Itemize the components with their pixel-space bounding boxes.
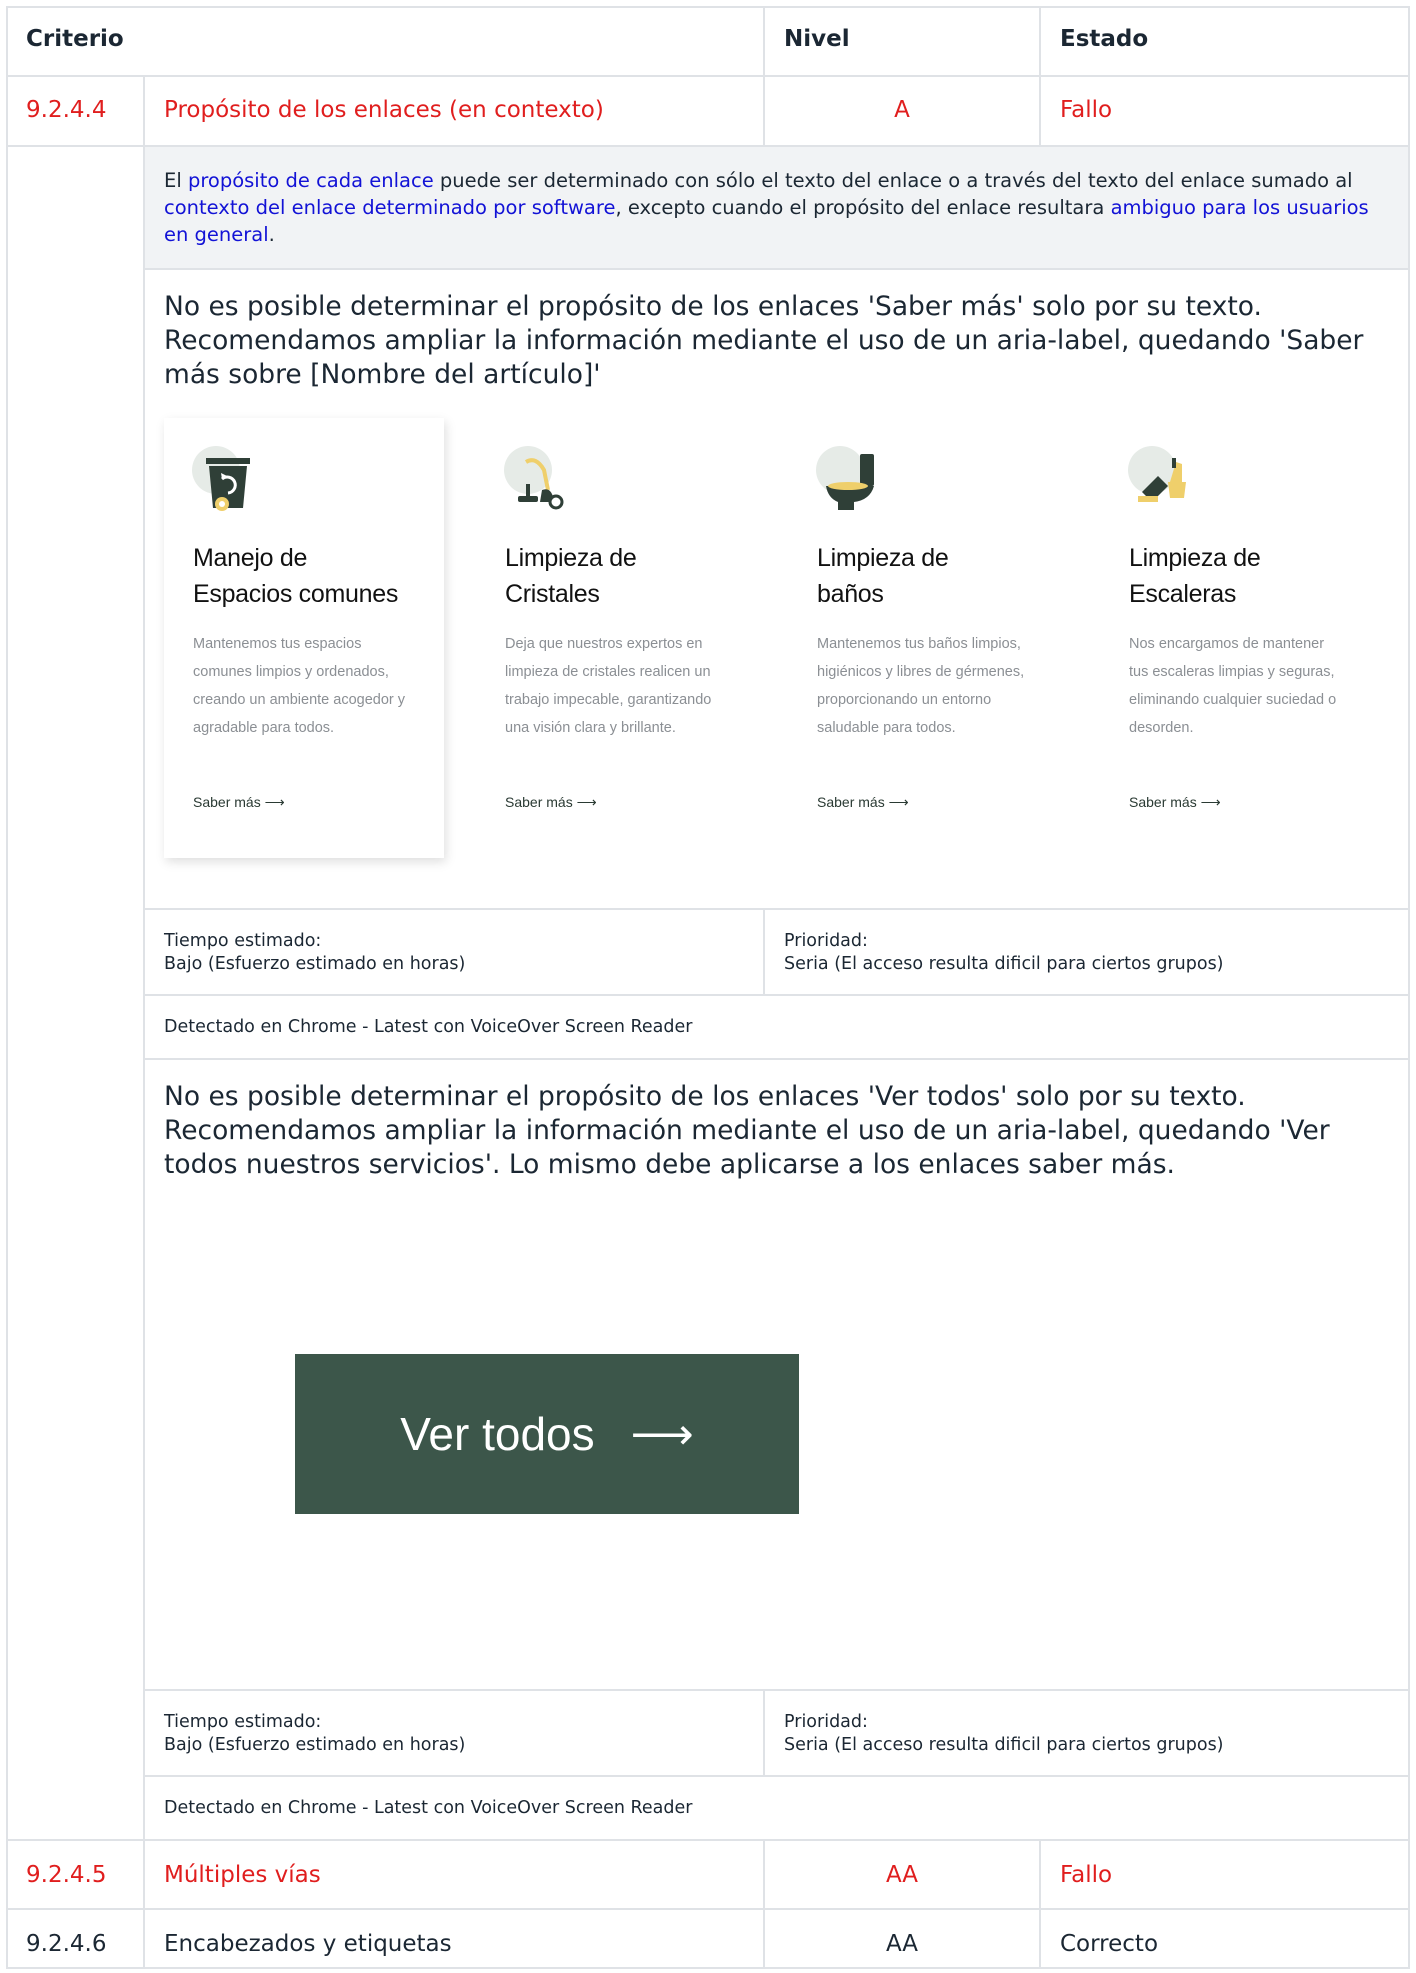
toilet-icon	[816, 446, 886, 516]
criterion-code: 9.2.4.5	[26, 1862, 107, 1888]
arrow-right-icon: ⟶	[264, 794, 285, 810]
arrow-right-icon: ⟶	[1200, 794, 1221, 810]
description-text: El	[164, 169, 188, 192]
divider	[144, 268, 1410, 270]
criterion-status: Fallo	[1060, 97, 1113, 123]
criterion-description: El propósito de cada enlace puede ser de…	[164, 167, 1394, 248]
description-text: , excepto cuando el propósito del enlace…	[615, 196, 1111, 219]
service-card-title: baños	[817, 580, 884, 608]
service-card-title: Manejo de	[193, 544, 308, 572]
header-criterio: Criterio	[26, 26, 124, 52]
divider	[143, 145, 145, 1840]
criterion-level: AA	[885, 1862, 919, 1888]
saber-mas-link[interactable]: Saber más ⟶	[817, 794, 909, 811]
service-card-title: Limpieza de	[817, 544, 949, 572]
link-proposito-enlace[interactable]: propósito de cada enlace	[188, 169, 434, 192]
criterion-name: Propósito de los enlaces (en contexto)	[164, 97, 604, 123]
header-estado: Estado	[1060, 26, 1149, 52]
vacuum-icon	[504, 446, 574, 516]
divider	[144, 1689, 1410, 1691]
estimated-time-value: Bajo (Esfuerzo estimado en horas)	[164, 954, 466, 974]
header-nivel: Nivel	[784, 26, 850, 52]
service-card-text: Deja que nuestros expertos en limpieza d…	[505, 636, 712, 736]
saber-mas-label: Saber más	[193, 794, 261, 810]
criterion-status: Correcto	[1060, 1931, 1159, 1957]
saber-mas-label: Saber más	[817, 794, 885, 810]
divider	[1039, 1839, 1041, 1969]
service-card-title: Limpieza de	[1129, 544, 1261, 572]
detected-in: Detectado en Chrome - Latest con VoiceOv…	[164, 1798, 693, 1818]
page: Criterio Nivel Estado 9.2.4.4 Propósito …	[0, 0, 1416, 1973]
estimated-time-value: Bajo (Esfuerzo estimado en horas)	[164, 1735, 466, 1755]
service-card-title: Espacios comunes	[193, 580, 399, 608]
issue-note: No es posible determinar el propósito de…	[164, 291, 1364, 390]
criterion-status: Fallo	[1060, 1862, 1113, 1888]
arrow-right-icon: ⟶	[630, 1409, 694, 1459]
priority-label: Prioridad:	[784, 1712, 868, 1732]
service-card-text: Mantenemos tus espacios comunes limpios …	[193, 636, 406, 736]
saber-mas-label: Saber más	[505, 794, 573, 810]
link-contexto-enlace[interactable]: contexto del enlace determinado por soft…	[164, 196, 615, 219]
issue-note: No es posible determinar el propósito de…	[164, 1081, 1330, 1180]
divider	[144, 1058, 1410, 1060]
arrow-right-icon: ⟶	[888, 794, 909, 810]
criterion-level: A	[894, 97, 910, 123]
saber-mas-link[interactable]: Saber más ⟶	[505, 794, 597, 811]
divider	[763, 1689, 765, 1776]
priority-value: Seria (El acceso resulta dificil para ci…	[784, 1735, 1224, 1755]
issue-screenshot-services: Manejo de Espacios comunes Mantenemos tu…	[164, 418, 1396, 858]
service-card-text: Mantenemos tus baños limpios, higiénicos…	[817, 636, 1025, 736]
ver-todos-label: Ver todos	[400, 1408, 595, 1460]
divider	[143, 75, 145, 146]
criterion-code: 9.2.4.4	[26, 97, 107, 123]
divider	[144, 994, 1410, 996]
divider	[143, 1839, 145, 1969]
service-card-title: Cristales	[505, 580, 600, 608]
service-card-title: Escaleras	[1129, 580, 1237, 608]
service-card-text: Nos encargamos de mantener tus escaleras…	[1129, 636, 1337, 736]
description-text: .	[268, 223, 275, 246]
priority-value: Seria (El acceso resulta dificil para ci…	[784, 954, 1224, 974]
divider	[763, 908, 765, 995]
divider	[763, 6, 765, 146]
divider	[6, 1839, 1410, 1841]
divider	[144, 1775, 1410, 1777]
divider	[1039, 6, 1041, 146]
priority-label: Prioridad:	[784, 931, 868, 951]
estimated-time-label: Tiempo estimado:	[164, 931, 322, 951]
criterion-name: Múltiples vías	[164, 1862, 321, 1888]
ver-todos-button[interactable]: Ver todos ⟶	[295, 1354, 799, 1514]
broom-icon	[1128, 446, 1198, 516]
detected-in: Detectado en Chrome - Latest con VoiceOv…	[164, 1017, 693, 1037]
criterion-code: 9.2.4.6	[26, 1931, 107, 1957]
criterion-name: Encabezados y etiquetas	[164, 1931, 452, 1957]
description-text: puede ser determinado con sólo el texto …	[433, 169, 1353, 192]
saber-mas-link[interactable]: Saber más ⟶	[193, 794, 285, 811]
divider	[6, 1908, 1410, 1910]
service-card-title: Limpieza de	[505, 544, 637, 572]
criterion-level: AA	[885, 1931, 919, 1957]
divider	[144, 908, 1410, 910]
arrow-right-icon: ⟶	[576, 794, 597, 810]
saber-mas-label: Saber más	[1129, 794, 1197, 810]
recycle-bin-icon	[192, 446, 262, 516]
divider	[6, 75, 1410, 77]
estimated-time-label: Tiempo estimado:	[164, 1712, 322, 1732]
saber-mas-link[interactable]: Saber más ⟶	[1129, 794, 1221, 811]
